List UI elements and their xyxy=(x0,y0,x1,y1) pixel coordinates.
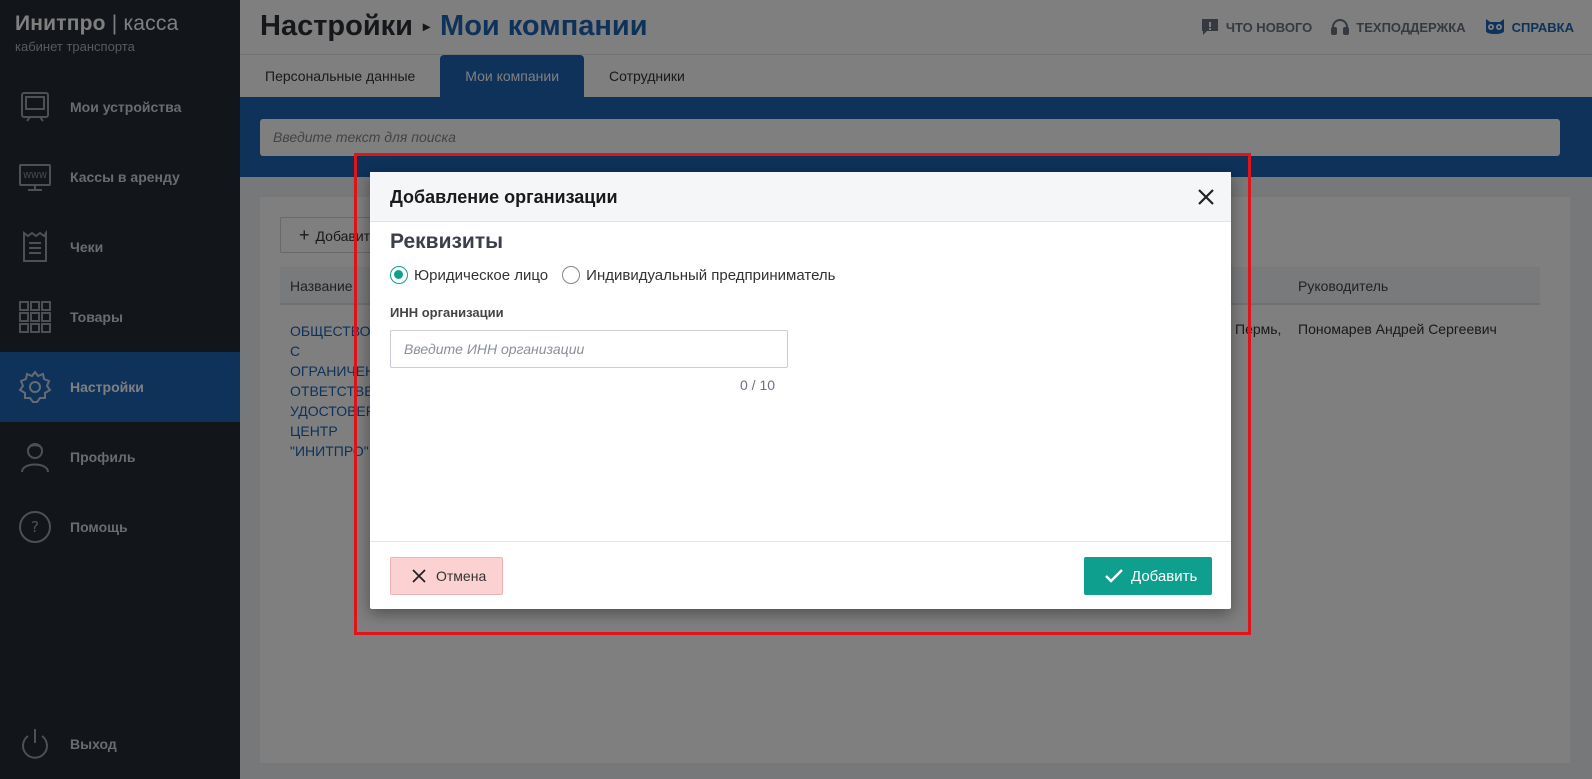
radio-unchecked-icon xyxy=(562,266,581,284)
inn-char-counter: 0 / 10 xyxy=(740,377,776,393)
dialog-footer: Отмена Добавить xyxy=(370,541,1231,609)
close-icon xyxy=(412,569,426,583)
add-label: Добавить xyxy=(1131,567,1198,585)
radio-checked-icon xyxy=(390,266,408,284)
add-button[interactable]: Добавить xyxy=(1084,557,1212,595)
radio-label: Юридическое лицо xyxy=(414,266,549,284)
radio-legal-entity[interactable]: Юридическое лицо xyxy=(390,266,548,284)
cancel-button[interactable]: Отмена xyxy=(390,557,503,595)
radio-label: Индивидуальный предприниматель xyxy=(586,266,836,284)
cancel-label: Отмена xyxy=(436,568,487,584)
close-icon xyxy=(1198,189,1214,205)
inn-label: ИНН организации xyxy=(390,305,504,320)
inn-input[interactable]: Введите ИНН организации xyxy=(390,330,788,368)
check-icon xyxy=(1105,569,1123,583)
dialog-header: Добавление организации xyxy=(370,172,1231,222)
entity-type-radio-group: Юридическое лицо Индивидуальный предприн… xyxy=(390,266,849,284)
dialog-title: Добавление организации xyxy=(390,187,618,207)
section-title: Реквизиты xyxy=(390,230,504,253)
close-button[interactable] xyxy=(1193,184,1219,210)
add-organization-dialog: Добавление организации Реквизиты Юридиче… xyxy=(370,172,1231,609)
radio-sole-proprietor[interactable]: Индивидуальный предприниматель xyxy=(562,266,835,284)
